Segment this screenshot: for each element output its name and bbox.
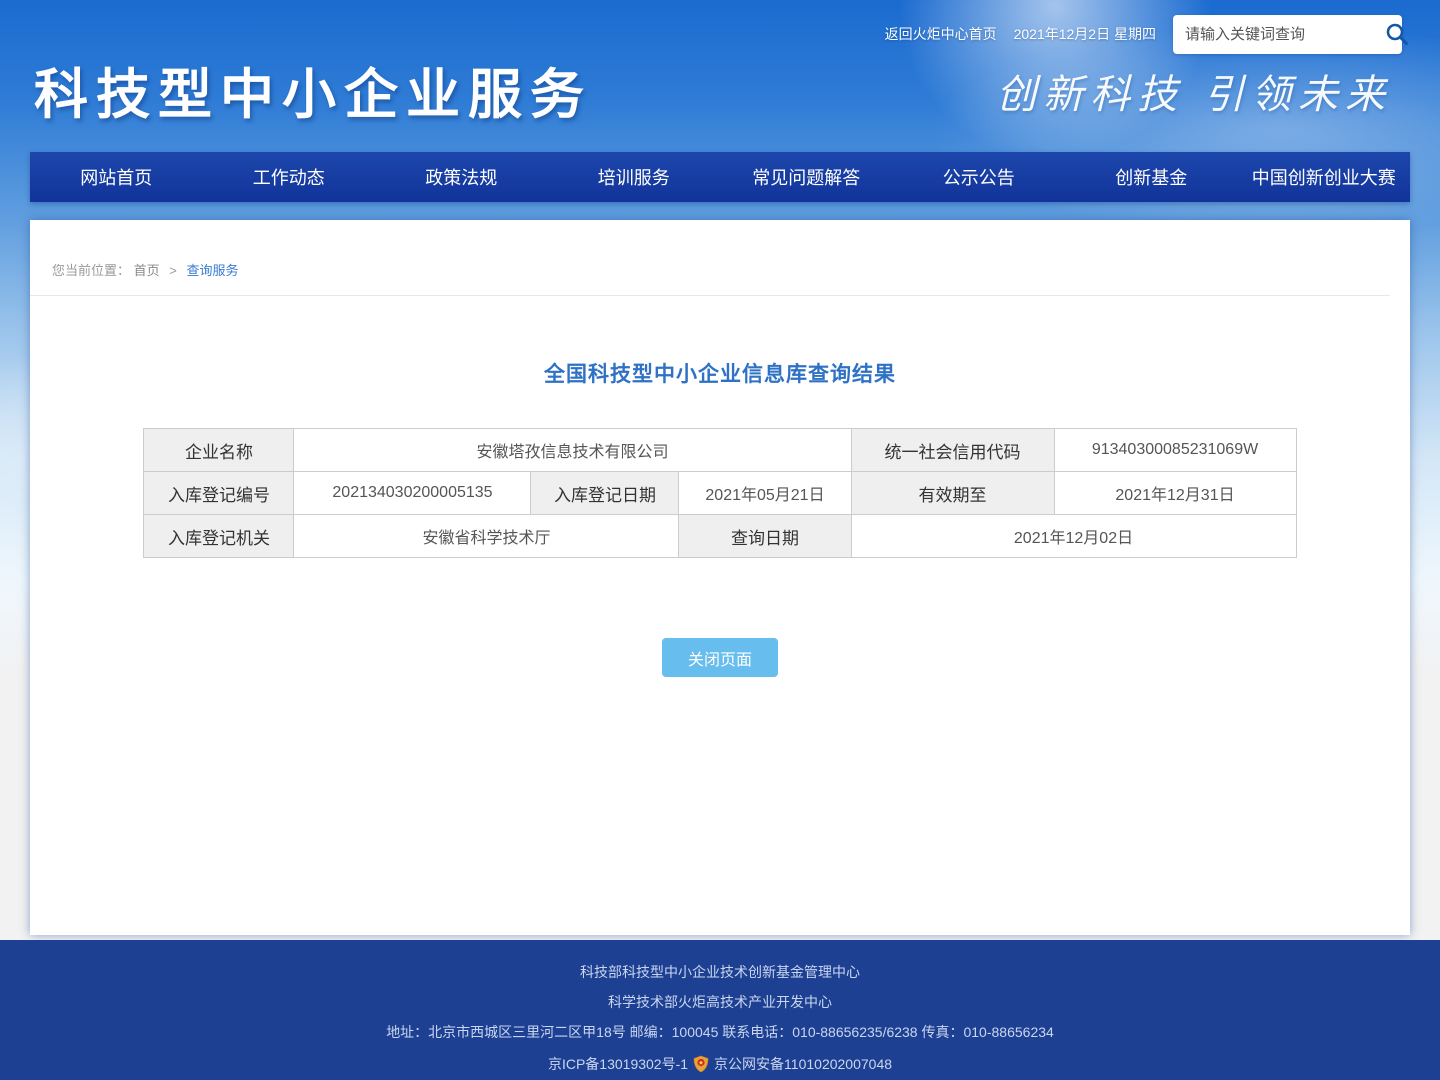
top-utility-bar: 返回火炬中心首页 2021年12月2日 星期四 [885, 14, 1402, 54]
breadcrumb-separator: > [169, 263, 177, 278]
company-name-value: 安徽塔孜信息技术有限公司 [294, 429, 851, 472]
content-card: 您当前位置： 首页 > 查询服务 全国科技型中小企业信息库查询结果 企业名称 安… [30, 220, 1410, 935]
page: 返回火炬中心首页 2021年12月2日 星期四 科技型中小企业服务 创新科技 引… [0, 0, 1440, 1080]
table-row: 企业名称 安徽塔孜信息技术有限公司 统一社会信用代码 9134030008523… [144, 429, 1296, 472]
nav-item-innovation-fund[interactable]: 创新基金 [1065, 152, 1238, 202]
reg-authority-value: 安徽省科学技术厅 [294, 515, 679, 558]
close-page-button[interactable]: 关闭页面 [662, 638, 778, 677]
site-logo-title: 科技型中小企业服务 [34, 50, 592, 129]
breadcrumb: 您当前位置： 首页 > 查询服务 [30, 220, 1390, 296]
site-slogan: 创新科技 引领未来 [996, 62, 1392, 120]
valid-until-label: 有效期至 [851, 472, 1054, 515]
breadcrumb-prefix: 您当前位置： [52, 263, 130, 278]
credit-code-value: 91340300085231069W [1054, 429, 1296, 472]
reg-number-label: 入库登记编号 [144, 472, 294, 515]
search-box[interactable] [1173, 15, 1402, 54]
company-name-label: 企业名称 [144, 429, 294, 472]
query-date-label: 查询日期 [679, 515, 851, 558]
nav-item-training[interactable]: 培训服务 [548, 152, 721, 202]
footer-org-line-1: 科技部科技型中小企业技术创新基金管理中心 [0, 965, 1440, 980]
icp-record-link[interactable]: 京ICP备13019302号-1 [548, 1057, 688, 1072]
footer-record-line: 京ICP备13019302号-1 京公网安备11010202007048 [0, 1055, 1440, 1073]
breadcrumb-current-link[interactable]: 查询服务 [187, 263, 239, 278]
credit-code-label: 统一社会信用代码 [851, 429, 1054, 472]
nav-item-announcements[interactable]: 公示公告 [893, 152, 1066, 202]
query-date-value: 2021年12月02日 [851, 515, 1296, 558]
page-footer: 科技部科技型中小企业技术创新基金管理中心 科学技术部火炬高技术产业开发中心 地址… [0, 940, 1440, 1080]
nav-item-innovation-contest[interactable]: 中国创新创业大赛 [1238, 152, 1411, 202]
footer-address-line: 地址：北京市西城区三里河二区甲18号 邮编：100045 联系电话：010-88… [0, 1025, 1440, 1040]
return-torch-center-link[interactable]: 返回火炬中心首页 [885, 24, 997, 44]
nav-item-policies[interactable]: 政策法规 [375, 152, 548, 202]
table-row: 入库登记机关 安徽省科学技术厅 查询日期 2021年12月02日 [144, 515, 1296, 558]
current-date: 2021年12月2日 星期四 [1014, 24, 1156, 44]
search-icon[interactable] [1384, 21, 1410, 47]
search-input[interactable] [1185, 26, 1384, 43]
nav-item-home[interactable]: 网站首页 [30, 152, 203, 202]
reg-date-value: 2021年05月21日 [679, 472, 851, 515]
query-result-table: 企业名称 安徽塔孜信息技术有限公司 统一社会信用代码 9134030008523… [143, 428, 1296, 558]
page-title: 全国科技型中小企业信息库查询结果 [30, 358, 1410, 388]
nav-item-work-news[interactable]: 工作动态 [203, 152, 376, 202]
reg-date-label: 入库登记日期 [531, 472, 679, 515]
valid-until-value: 2021年12月31日 [1054, 472, 1296, 515]
police-record-link[interactable]: 京公网安备11010202007048 [714, 1057, 892, 1072]
footer-org-line-2: 科学技术部火炬高技术产业开发中心 [0, 995, 1440, 1010]
table-row: 入库登记编号 202134030200005135 入库登记日期 2021年05… [144, 472, 1296, 515]
breadcrumb-home-link[interactable]: 首页 [134, 263, 160, 278]
reg-number-value: 202134030200005135 [294, 472, 531, 515]
main-navigation: 网站首页 工作动态 政策法规 培训服务 常见问题解答 公示公告 创新基金 中国创… [30, 152, 1410, 202]
police-badge-icon [693, 1055, 709, 1073]
nav-item-faq[interactable]: 常见问题解答 [720, 152, 893, 202]
reg-authority-label: 入库登记机关 [144, 515, 294, 558]
